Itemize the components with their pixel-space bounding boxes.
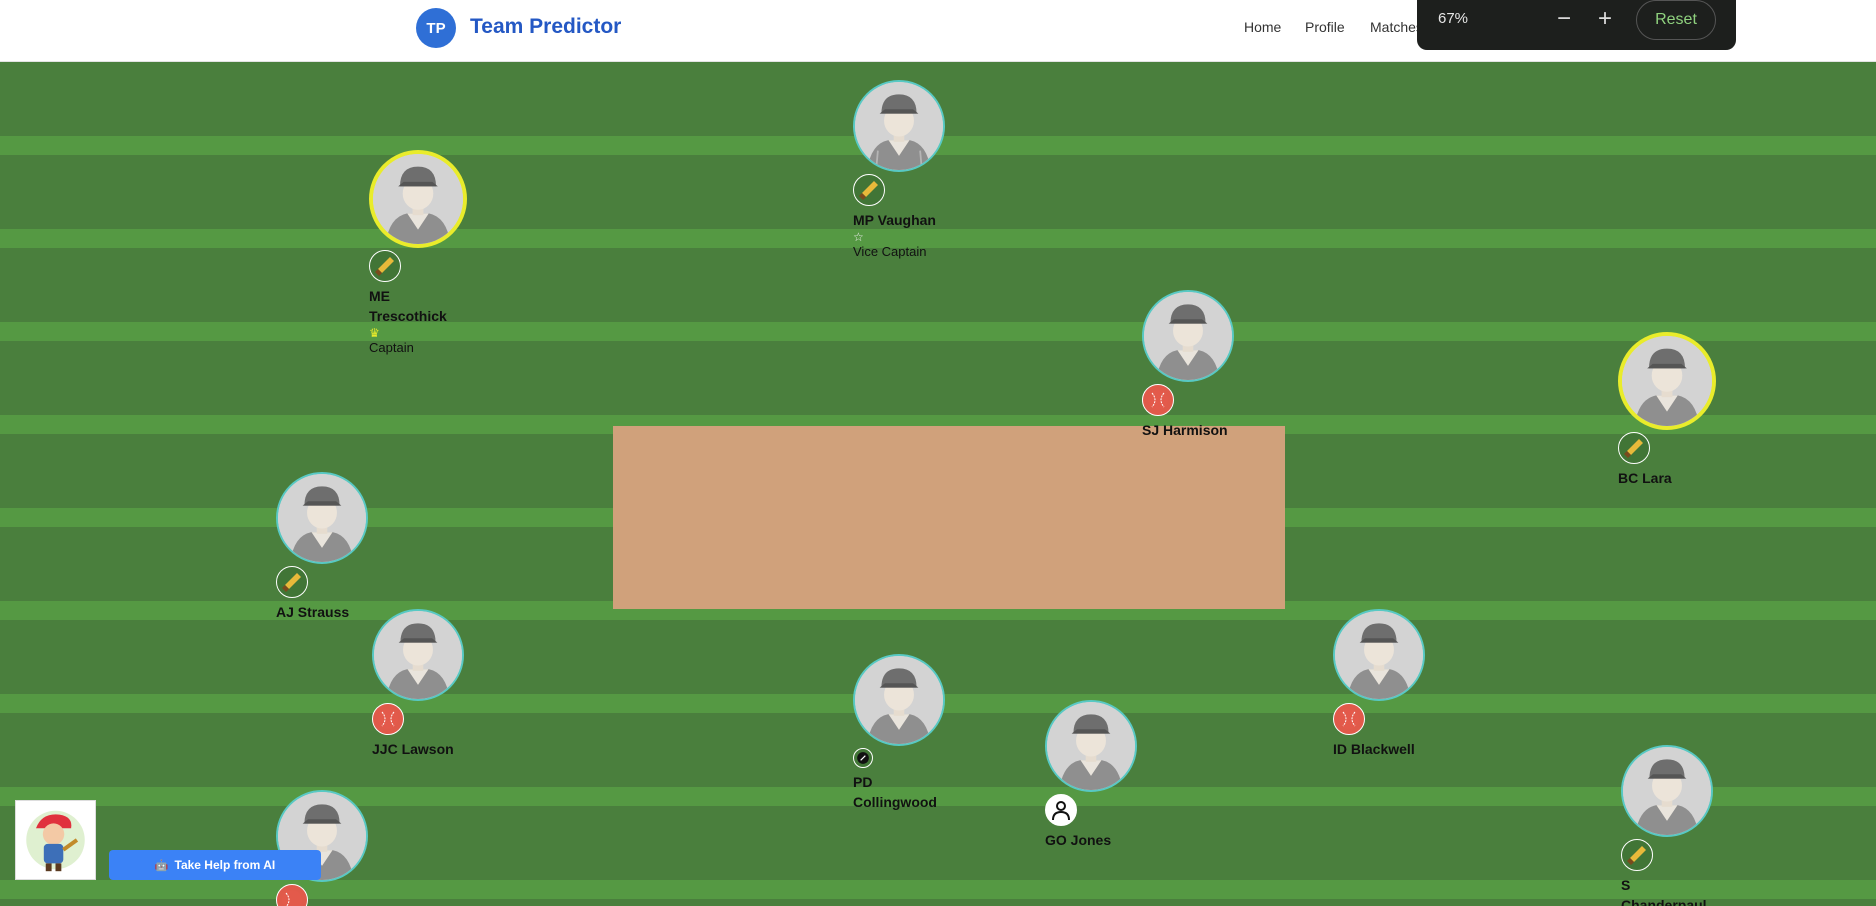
player-card[interactable]: ID Blackwell <box>1333 609 1443 759</box>
player-avatar-icon <box>1622 336 1712 426</box>
bat-icon <box>369 250 401 282</box>
player-avatar[interactable] <box>1045 700 1137 792</box>
player-name: GO Jones <box>1045 832 1112 848</box>
player-avatar[interactable] <box>372 609 464 701</box>
player-avatar[interactable] <box>1142 290 1234 382</box>
bat-icon <box>1621 839 1653 871</box>
player-avatar-icon <box>1047 702 1135 790</box>
player-name: ID Blackwell <box>1333 741 1415 757</box>
player-card[interactable] <box>276 790 368 906</box>
logo-icon[interactable]: TP <box>416 8 456 48</box>
player-card[interactable]: ME Trescothick ♛ Captain <box>369 150 467 356</box>
player-card[interactable]: PD Collingwood <box>853 654 945 812</box>
ball-icon <box>276 884 308 906</box>
take-help-from-ai-button[interactable]: 🤖 Take Help from AI <box>109 850 321 880</box>
nav-matches[interactable]: Matches <box>1370 19 1423 35</box>
player-avatar[interactable] <box>853 654 945 746</box>
ball-icon <box>1333 703 1365 735</box>
player-card[interactable]: BC Lara <box>1618 332 1716 488</box>
player-card[interactable]: S Chanderpaul <box>1621 745 1713 906</box>
player-avatar[interactable] <box>853 80 945 172</box>
player-badge: Captain <box>369 340 414 355</box>
player-name: BC Lara <box>1618 470 1672 486</box>
mascot-icon <box>26 810 85 872</box>
robot-icon: 🤖 <box>154 859 169 872</box>
star-icon: ☆ <box>853 230 864 244</box>
bat-icon <box>1618 432 1650 464</box>
zoom-control: 67% − + Reset <box>1417 0 1736 50</box>
crown-icon: ♛ <box>369 326 380 340</box>
player-name: S Chanderpaul <box>1621 877 1707 906</box>
player-card[interactable]: JJC Lawson <box>372 609 482 759</box>
zoom-level: 67% <box>1438 10 1469 27</box>
player-card[interactable]: AJ Strauss <box>276 472 386 622</box>
player-avatar[interactable] <box>276 472 368 564</box>
player-avatar-icon <box>855 82 943 170</box>
player-name: ME Trescothick <box>369 288 447 324</box>
player-avatar-icon <box>1335 611 1423 699</box>
player-name: MP Vaughan <box>853 212 936 228</box>
ai-helper-mascot[interactable] <box>15 800 96 880</box>
player-name: AJ Strauss <box>276 604 350 620</box>
help-button-label: Take Help from AI <box>174 858 276 872</box>
ball-icon <box>372 703 404 735</box>
keeper-icon <box>1045 794 1077 826</box>
player-avatar[interactable] <box>369 150 467 248</box>
player-avatar[interactable] <box>1621 745 1713 837</box>
player-avatar-icon <box>1144 292 1232 380</box>
zoom-in-button[interactable]: + <box>1590 4 1620 34</box>
pitch <box>613 426 1285 609</box>
zoom-out-button[interactable]: − <box>1549 4 1579 34</box>
zoom-reset-button[interactable]: Reset <box>1636 0 1716 40</box>
nav-home[interactable]: Home <box>1244 19 1281 35</box>
player-card[interactable]: GO Jones <box>1045 700 1137 850</box>
player-badge: Vice Captain <box>853 244 927 259</box>
ball-icon <box>1142 384 1174 416</box>
player-avatar[interactable] <box>1333 609 1425 701</box>
bat-icon <box>276 566 308 598</box>
player-name: JJC Lawson <box>372 741 454 757</box>
all-rounder-icon <box>853 748 873 768</box>
player-name: SJ Harmison <box>1142 422 1228 438</box>
player-name: PD Collingwood <box>853 774 937 810</box>
bat-icon <box>853 174 885 206</box>
player-card[interactable]: SJ Harmison <box>1142 290 1252 440</box>
player-card[interactable]: MP Vaughan ☆ Vice Captain <box>853 80 963 260</box>
player-avatar-icon <box>374 611 462 699</box>
player-avatar[interactable] <box>1618 332 1716 430</box>
brand-title[interactable]: Team Predictor <box>470 15 621 39</box>
nav-profile[interactable]: Profile <box>1305 19 1345 35</box>
player-avatar-icon <box>855 656 943 744</box>
player-avatar-icon <box>373 154 463 244</box>
player-avatar-icon <box>278 474 366 562</box>
player-avatar-icon <box>1623 747 1711 835</box>
